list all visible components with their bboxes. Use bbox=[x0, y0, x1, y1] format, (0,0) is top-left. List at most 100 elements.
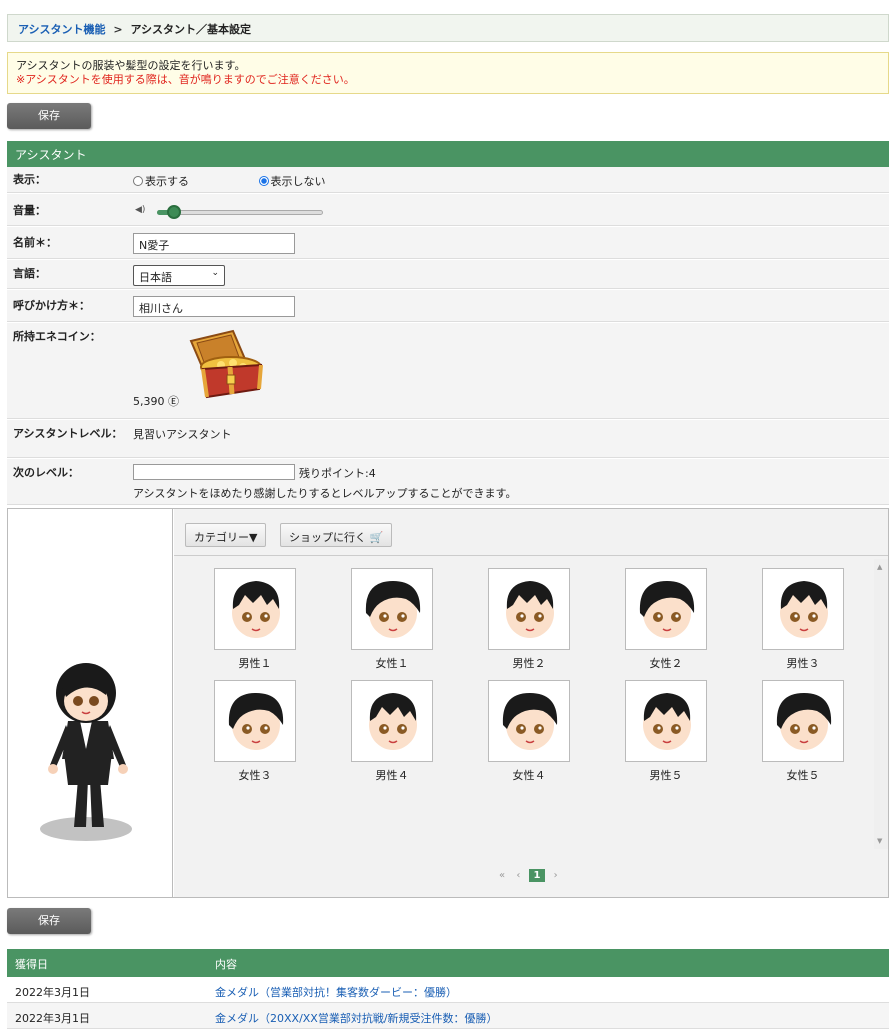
row-content-link[interactable]: 金メダル（営業部対抗！集客数ダービー：優勝） bbox=[215, 984, 457, 1000]
volume-slider-thumb[interactable] bbox=[167, 205, 181, 219]
section-header-assistant: アシスタント bbox=[7, 141, 889, 167]
col-header-content: 内容 bbox=[215, 958, 237, 971]
wardrobe-item[interactable]: 男性２ bbox=[488, 568, 570, 671]
item-label: 男性２ bbox=[512, 657, 546, 670]
row-date: 2022年3月1日 bbox=[15, 1012, 90, 1025]
label-display: 表示： bbox=[13, 173, 46, 186]
shop-button[interactable]: ショップに行く 🛒 bbox=[280, 523, 393, 547]
wardrobe-item[interactable]: 男性４ bbox=[351, 680, 433, 783]
label-volume: 音量： bbox=[13, 204, 46, 217]
table-row: 2022年3月1日 金メダル（営業部対抗！集客数ダービー：優勝） bbox=[7, 977, 889, 1003]
page-next-button[interactable]: › bbox=[554, 870, 558, 881]
wardrobe-panel: カテゴリー▼ ショップに行く 🛒 男性１ 女性１ 男性２ 女性２ 男性３ 女性３ 男性４ 女性… bbox=[7, 508, 889, 898]
name-input[interactable]: N愛子 bbox=[133, 233, 295, 254]
radio-hide[interactable]: 表示しない bbox=[258, 175, 326, 188]
shop-label: ショップに行く bbox=[289, 531, 366, 544]
assistant-figure bbox=[40, 663, 132, 841]
call-name-input[interactable]: 相川さん bbox=[133, 296, 295, 317]
hairstyle-thumbnail bbox=[488, 568, 570, 650]
breadcrumb-separator: > bbox=[113, 23, 123, 36]
item-label: 男性４ bbox=[375, 769, 409, 782]
item-selector: カテゴリー▼ ショップに行く 🛒 男性１ 女性１ 男性２ 女性２ 男性３ 女性３ 男性４ 女性… bbox=[174, 509, 888, 897]
item-label: 男性５ bbox=[649, 769, 683, 782]
language-select[interactable]: 日本語 ⌄ bbox=[133, 265, 225, 286]
category-button[interactable]: カテゴリー▼ bbox=[185, 523, 267, 547]
scroll-up-icon[interactable]: ▲ bbox=[877, 563, 882, 571]
hairstyle-thumbnail bbox=[762, 680, 844, 762]
row-content-link[interactable]: 金メダル（20XX/XX営業部対抗戦/新規受注件数：優勝） bbox=[215, 1010, 498, 1026]
chevron-down-icon: ⌄ bbox=[211, 268, 219, 278]
wardrobe-item[interactable]: 女性３ bbox=[214, 680, 296, 783]
medal-history-table: 獲得日 内容 2022年3月1日 金メダル（営業部対抗！集客数ダービー：優勝） … bbox=[7, 949, 889, 1029]
row-next-level: 次のレベル： 残りポイント:4 アシスタントをほめたり感謝したりするとレベルアッ… bbox=[7, 459, 889, 505]
item-label: 女性４ bbox=[512, 769, 546, 782]
table-header: 獲得日 内容 bbox=[7, 949, 889, 977]
radio-show[interactable]: 表示する bbox=[133, 175, 189, 188]
label-name: 名前＊： bbox=[13, 236, 57, 249]
notice-text: アシスタントの服装や髪型の設定を行います。 bbox=[16, 59, 246, 72]
breadcrumb-current: アシスタント／基本設定 bbox=[130, 23, 252, 36]
label-coins: 所持エネコイン： bbox=[13, 330, 101, 343]
row-display: 表示： 表示する 表示しない bbox=[7, 167, 889, 193]
wardrobe-item[interactable]: 男性５ bbox=[625, 680, 707, 783]
table-row: 2022年3月1日 金メダル（20XX/XX営業部対抗戦/新規受注件数：優勝） bbox=[7, 1003, 889, 1029]
hairstyle-thumbnail bbox=[214, 568, 296, 650]
row-language: 言語： 日本語 ⌄ bbox=[7, 260, 889, 289]
energy-coin-icon: Ⓔ bbox=[168, 395, 179, 408]
hairstyle-thumbnail bbox=[351, 680, 433, 762]
page-current[interactable]: 1 bbox=[528, 869, 546, 882]
toolbar-divider bbox=[174, 555, 888, 556]
pagination: « ‹ 1 › bbox=[499, 869, 558, 882]
item-label: 女性３ bbox=[238, 769, 272, 782]
scroll-down-icon[interactable]: ▼ bbox=[877, 837, 882, 845]
row-volume: 音量： ◀) bbox=[7, 194, 889, 226]
item-label: 男性３ bbox=[786, 657, 820, 670]
row-date: 2022年3月1日 bbox=[15, 986, 90, 999]
treasure-chest-icon bbox=[189, 329, 263, 399]
row-name: 名前＊： N愛子 bbox=[7, 227, 889, 259]
display-options: 表示する 表示しない bbox=[133, 173, 326, 189]
hairstyle-thumbnail bbox=[488, 680, 570, 762]
hairstyle-thumbnail bbox=[625, 568, 707, 650]
cart-icon: 🛒 bbox=[369, 531, 384, 544]
volume-control: ◀) bbox=[133, 205, 333, 221]
breadcrumb-link-assistant[interactable]: アシスタント機能 bbox=[18, 23, 106, 36]
wardrobe-item[interactable]: 男性３ bbox=[762, 568, 844, 671]
row-level: アシスタントレベル： 見習いアシスタント bbox=[7, 420, 889, 458]
wardrobe-item[interactable]: 女性１ bbox=[351, 568, 433, 671]
page-prev-button[interactable]: ‹ bbox=[516, 870, 520, 881]
page-first-button[interactable]: « bbox=[499, 870, 505, 881]
wardrobe-item[interactable]: 女性５ bbox=[762, 680, 844, 783]
row-call-name: 呼びかけ方＊： 相川さん bbox=[7, 290, 889, 322]
remaining-points: 残りポイント:4 bbox=[299, 467, 376, 480]
level-hint: アシスタントをほめたり感謝したりするとレベルアップすることができます。 bbox=[133, 487, 517, 500]
item-grid-scrollbar[interactable]: ▲ ▼ bbox=[874, 559, 888, 849]
label-level: アシスタントレベル： bbox=[13, 427, 123, 440]
wardrobe-item[interactable]: 女性４ bbox=[488, 680, 570, 783]
col-header-date: 獲得日 bbox=[15, 958, 48, 971]
volume-slider[interactable] bbox=[157, 210, 323, 215]
hairstyle-thumbnail bbox=[762, 568, 844, 650]
item-label: 女性１ bbox=[375, 657, 409, 670]
next-level-progress bbox=[133, 464, 295, 480]
language-value: 日本語 bbox=[139, 271, 172, 284]
hairstyle-thumbnail bbox=[214, 680, 296, 762]
item-label: 女性２ bbox=[649, 657, 683, 670]
item-label: 男性１ bbox=[238, 657, 272, 670]
label-next-level: 次のレベル： bbox=[13, 466, 79, 479]
wardrobe-item[interactable]: 男性１ bbox=[214, 568, 296, 671]
label-language: 言語： bbox=[13, 267, 46, 280]
row-coins: 所持エネコイン： 5,390 Ⓔ bbox=[7, 323, 889, 419]
save-button-bottom[interactable]: 保存 bbox=[7, 908, 91, 934]
notice-warning: ※アシスタントを使用する際は、音が鳴りますのでご注意ください。 bbox=[16, 73, 355, 86]
hairstyle-thumbnail bbox=[351, 568, 433, 650]
hairstyle-thumbnail bbox=[625, 680, 707, 762]
coins-amount: 5,390 Ⓔ bbox=[133, 395, 179, 408]
save-button-top[interactable]: 保存 bbox=[7, 103, 91, 129]
assistant-preview bbox=[8, 509, 173, 897]
item-label: 女性５ bbox=[786, 769, 820, 782]
wardrobe-item[interactable]: 女性２ bbox=[625, 568, 707, 671]
breadcrumb: アシスタント機能 > アシスタント／基本設定 bbox=[7, 14, 889, 42]
speaker-icon: ◀) bbox=[135, 205, 146, 215]
level-value: 見習いアシスタント bbox=[133, 428, 232, 441]
